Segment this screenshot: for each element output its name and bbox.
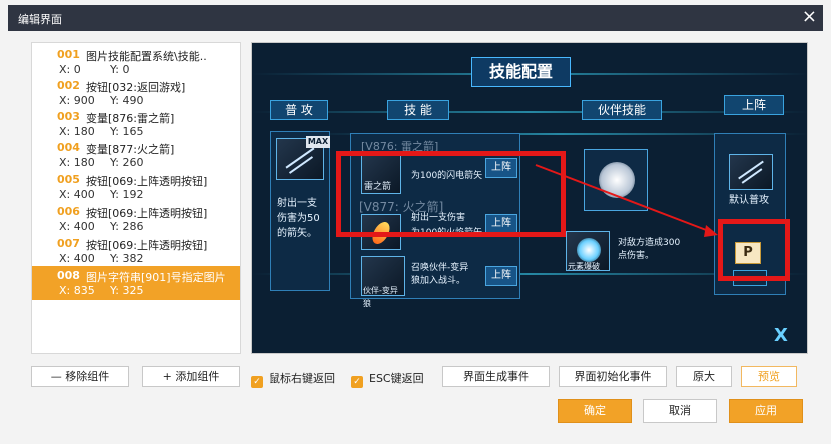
item-x: X: 180 (59, 125, 95, 138)
item-y: Y: 260 (110, 156, 144, 169)
list-item[interactable]: 002 按钮[032:返回游戏] X: 900 Y: 490 (32, 76, 240, 110)
item-y: Y: 325 (110, 284, 144, 297)
esc-return-checkbox[interactable]: ✓ ESC键返回 (351, 370, 424, 388)
item-number: 002 (57, 79, 80, 92)
item-x: X: 400 (59, 252, 95, 265)
list-item[interactable]: 003 变量[876:雷之箭] X: 180 Y: 165 (32, 107, 240, 141)
item-y: Y: 286 (110, 220, 144, 233)
preview-canvas[interactable]: 技能配置 普 攻 技 能 伙伴技能 上阵 MAX 射出一支伤害为50的箭矢。 [… (251, 42, 808, 354)
init-event-button[interactable]: 界面初始化事件 (559, 366, 667, 387)
remove-component-button[interactable]: — 移除组件 (31, 366, 129, 387)
list-item[interactable]: 001 图片技能配置系统\技能.. X: 0 Y: 0 (32, 45, 240, 79)
list-item[interactable]: 005 按钮[069:上阵透明按钮] X: 400 Y: 192 (32, 170, 240, 204)
window-title: 编辑界面 (18, 13, 62, 26)
item-y: Y: 382 (110, 252, 144, 265)
item-name: 变量[877:火之箭] (86, 143, 175, 156)
original-size-button[interactable]: 原大 (676, 366, 732, 387)
list-item[interactable]: 007 按钮[069:上阵透明按钮] X: 400 Y: 382 (32, 234, 240, 268)
preview-button[interactable]: 预览 (741, 366, 797, 387)
check-icon: ✓ (351, 376, 363, 388)
arrow-icon (535, 164, 718, 237)
item-number: 008 (57, 269, 80, 282)
item-y: Y: 0 (110, 63, 130, 76)
item-name: 按钮[069:上阵透明按钮] (86, 175, 208, 188)
close-icon[interactable]: × (802, 6, 817, 28)
item-name: 按钮[069:上阵透明按钮] (86, 207, 208, 220)
cancel-button[interactable]: 取消 (643, 399, 717, 423)
apply-button[interactable]: 应用 (729, 399, 803, 423)
generate-event-button[interactable]: 界面生成事件 (442, 366, 550, 387)
item-name: 图片字符串[901]号指定图片 (86, 271, 226, 284)
item-number: 007 (57, 237, 80, 250)
ok-button[interactable]: 确定 (558, 399, 632, 423)
list-item[interactable]: 006 按钮[069:上阵透明按钮] X: 400 Y: 286 (32, 202, 240, 236)
item-x: X: 180 (59, 156, 95, 169)
item-x: X: 900 (59, 94, 95, 107)
check-icon: ✓ (251, 376, 263, 388)
item-x: X: 835 (59, 284, 95, 297)
item-number: 001 (57, 48, 80, 61)
item-number: 003 (57, 110, 80, 123)
item-number: 006 (57, 205, 80, 218)
item-x: X: 0 (59, 63, 81, 76)
list-item[interactable]: 004 变量[877:火之箭] X: 180 Y: 260 (32, 138, 240, 172)
item-name: 变量[876:雷之箭] (86, 112, 175, 125)
editor-window: 编辑界面 × 001 图片技能配置系统\技能.. X: 0 Y: 0 002 按… (0, 0, 831, 444)
item-x: X: 400 (59, 188, 95, 201)
item-name: 按钮[069:上阵透明按钮] (86, 239, 208, 252)
component-list[interactable]: 001 图片技能配置系统\技能.. X: 0 Y: 0 002 按钮[032:返… (31, 42, 241, 354)
item-y: Y: 192 (110, 188, 144, 201)
item-x: X: 400 (59, 220, 95, 233)
item-name: 按钮[032:返回游戏] (86, 81, 186, 94)
title-bar: 编辑界面 × (8, 5, 823, 31)
item-number: 004 (57, 141, 80, 154)
item-y: Y: 490 (110, 94, 144, 107)
add-component-button[interactable]: + 添加组件 (142, 366, 240, 387)
item-name: 图片技能配置系统\技能.. (86, 50, 207, 63)
item-y: Y: 165 (110, 125, 144, 138)
item-number: 005 (57, 173, 80, 186)
list-item-selected[interactable]: 008 图片字符串[901]号指定图片 X: 835 Y: 325 (32, 266, 240, 300)
right-click-return-checkbox[interactable]: ✓ 鼠标右键返回 (251, 370, 335, 388)
